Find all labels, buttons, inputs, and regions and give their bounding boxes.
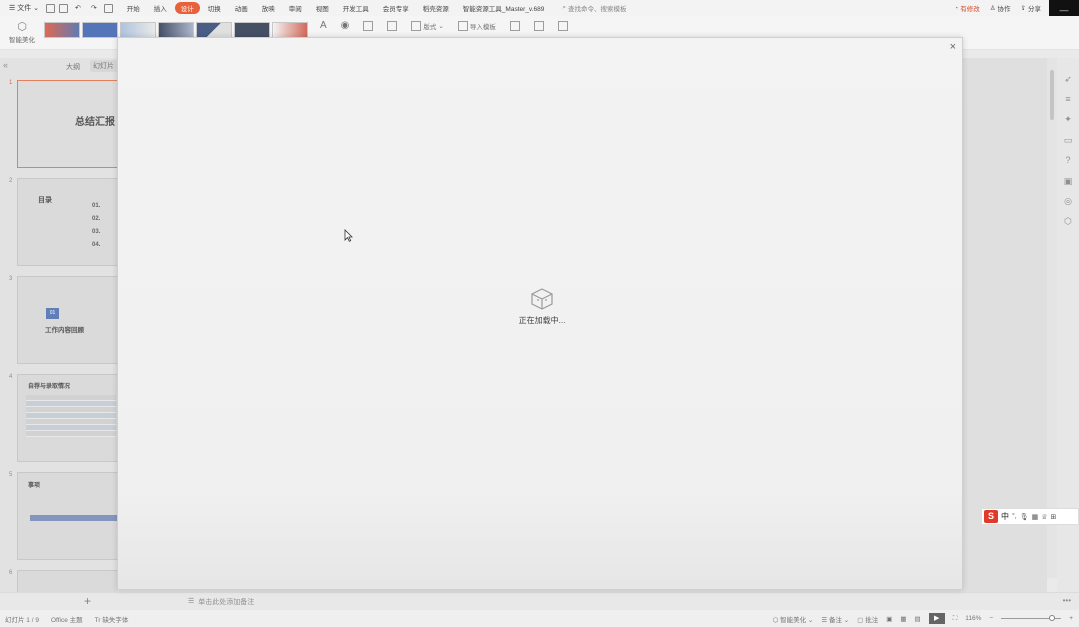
microphone-icon[interactable]: 🎙 — [1020, 513, 1029, 521]
has-changes-button[interactable]: ◔ 有修改 — [954, 3, 980, 14]
minimize-icon: — — [1059, 5, 1069, 15]
collaborate-button[interactable]: ♙ 协作 — [990, 3, 1011, 13]
file-menu[interactable]: ☰ 文件 ⌄ — [6, 3, 42, 13]
ribbon-tabs: 开始 插入 设计 切换 动画 放映 审阅 视图 开发工具 会员专享 稻壳资源 智能资源工具_Maste… — [121, 2, 551, 14]
input-method-toolbar: S 中 °, 🎙 ▦ ♕ ⊞ — [981, 508, 1079, 525]
loading-indicator: 正在加载中... — [512, 288, 572, 326]
export-icon[interactable] — [59, 3, 69, 13]
sogou-logo-icon[interactable]: S — [984, 510, 998, 523]
mouse-cursor-icon — [344, 229, 353, 242]
tab-10[interactable]: 稻壳资源 — [417, 2, 455, 14]
template-loading-dialog: × 正在加载中... — [117, 37, 963, 590]
tab-3[interactable]: 切换 — [202, 2, 227, 14]
save-icon[interactable] — [46, 3, 56, 13]
box-icon — [531, 288, 553, 310]
command-search[interactable]: ⌕ 查找命令、搜索模板 — [562, 3, 626, 13]
close-icon[interactable]: × — [950, 41, 956, 53]
tab-11[interactable]: 智能资源工具_Master_v.689 — [457, 2, 551, 14]
search-input[interactable]: 查找命令、搜索模板 — [568, 3, 627, 13]
collaborate-label: 协作 — [997, 6, 1011, 13]
ime-mode[interactable]: 中 — [1001, 511, 1009, 522]
share-button[interactable]: ⇪ 分享 — [1021, 3, 1041, 13]
share-icon: ⇪ — [1020, 5, 1026, 12]
print-icon[interactable] — [103, 3, 113, 13]
toolbox-icon[interactable]: ⊞ — [1051, 513, 1057, 521]
changes-icon: ◔ — [954, 4, 959, 12]
tab-4[interactable]: 动画 — [229, 2, 254, 14]
undo-icon[interactable]: ↶ — [72, 4, 84, 12]
file-menu-label: 文件 — [17, 5, 32, 12]
redo-icon[interactable]: ↷ — [88, 4, 100, 12]
tab-5[interactable]: 放映 — [256, 2, 281, 14]
skin-icon[interactable]: ♕ — [1041, 513, 1047, 521]
tab-2[interactable]: 设计 — [174, 2, 200, 14]
tab-9[interactable]: 会员专享 — [377, 2, 415, 14]
share-label: 分享 — [1028, 6, 1041, 13]
tab-8[interactable]: 开发工具 — [337, 2, 375, 14]
keyboard-icon[interactable]: ▦ — [1032, 513, 1039, 521]
menu-bar: ☰ 文件 ⌄ ↶ ↷ 开始 插入 设计 切换 动画 放映 审阅 视图 开发工具 会员专享 稻壳资源智… — [0, 0, 1079, 20]
tab-0[interactable]: 开始 — [121, 2, 146, 14]
search-icon: ⌕ — [562, 4, 566, 11]
tab-1[interactable]: 插入 — [148, 2, 173, 14]
person-icon: ♙ — [989, 5, 996, 12]
tab-7[interactable]: 视图 — [310, 2, 335, 14]
loading-text: 正在加载中... — [518, 316, 566, 325]
punctuation-icon[interactable]: °, — [1012, 513, 1017, 520]
tab-6[interactable]: 审阅 — [283, 2, 308, 14]
has-changes-label: 有修改 — [960, 6, 980, 13]
